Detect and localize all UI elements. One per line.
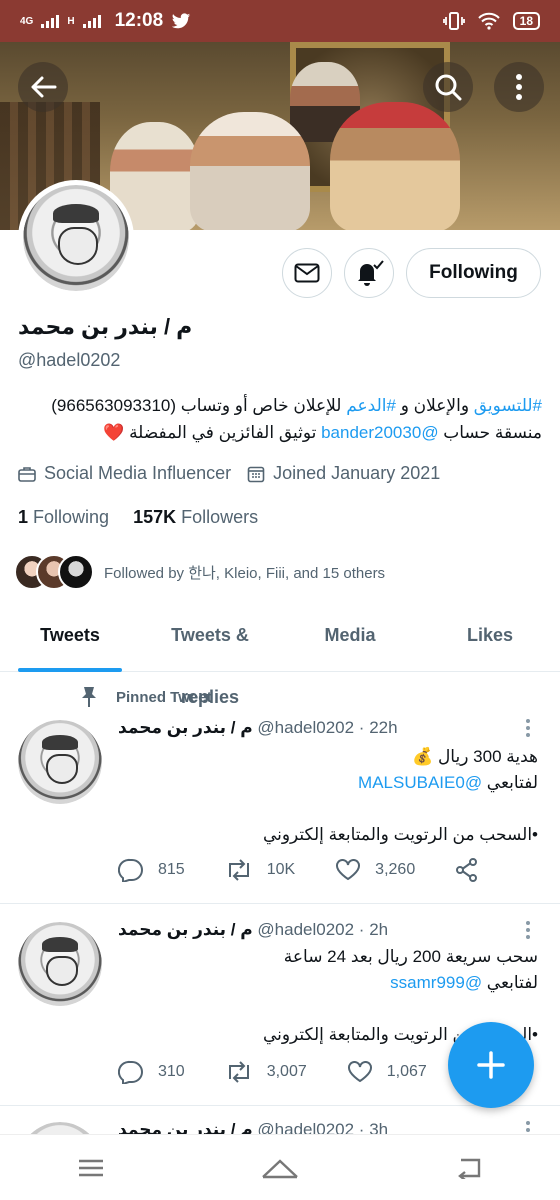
tweet-avatar[interactable] (18, 922, 102, 1006)
bio-line-2: منسقة حساب @bander20030 توثيق الفائزين ف… (103, 423, 542, 442)
tweet-header: م / بندر بن محمد @hadel0202 · 2h (118, 920, 388, 940)
wifi-icon (477, 12, 500, 30)
avatar-image (18, 922, 102, 1006)
status-bar: 4G H 12:08 18 (0, 0, 560, 42)
tweet-header: م / بندر بن محمد @hadel0202 · 3h (118, 1120, 388, 1134)
following-button[interactable]: Following (406, 248, 541, 298)
tweet-header: م / بندر بن محمد @hadel0202 · 22h (118, 718, 398, 738)
retweet-button[interactable]: 3,007 (225, 1061, 307, 1083)
profile-name: م / بندر بن محمد (18, 314, 193, 339)
hashtag-link[interactable]: #للتسويق (474, 396, 542, 415)
profile-tabs: Tweets Tweets & replies Media Likes (0, 604, 560, 707)
share-button[interactable] (455, 858, 479, 882)
envelope-icon (294, 263, 320, 283)
hashtag-link[interactable]: #الدعم (346, 396, 396, 415)
profile-category: Social Media Influencer (44, 463, 232, 483)
avatar-image (23, 185, 129, 291)
tweet-avatar[interactable] (18, 1122, 102, 1134)
twitter-bird-icon (172, 12, 191, 28)
tweet-author: م / بندر بن محمد (118, 1120, 253, 1134)
system-navigation-bar (0, 1134, 560, 1200)
menu-icon[interactable] (77, 1158, 105, 1178)
mention-link[interactable]: @MALSUBAIE0 (358, 773, 482, 792)
profile-handle: @hadel0202 (18, 350, 121, 370)
tweet-handle-time: @hadel0202 · 3h (252, 1120, 389, 1134)
back-button[interactable] (18, 62, 68, 112)
avatar-image (18, 720, 102, 804)
battery-icon: 18 (512, 12, 540, 30)
tweet-more-icon[interactable] (520, 718, 536, 738)
tweet-actions: 310 3,007 1,067 (118, 1060, 467, 1084)
follower-avatar (58, 554, 94, 590)
retweet-icon (228, 859, 249, 881)
clock: 12:08 (114, 10, 164, 31)
like-button[interactable]: 3,260 (335, 859, 415, 881)
search-button[interactable] (423, 62, 473, 112)
arrow-left-icon (31, 76, 57, 98)
more-vertical-icon (516, 74, 522, 100)
home-icon[interactable] (260, 1157, 300, 1179)
tweet-handle-time: @hadel0202 · 22h (252, 718, 398, 737)
tab-tweets-replies[interactable]: Tweets & replies (140, 604, 280, 707)
plus-icon (477, 1051, 505, 1079)
heart-icon (336, 859, 361, 881)
banner-figure (190, 112, 310, 230)
compose-tweet-button[interactable] (448, 1022, 534, 1108)
network-type: 4G (20, 15, 34, 27)
followers-count-link[interactable]: 157K Followers (133, 507, 258, 528)
message-button[interactable] (282, 248, 332, 298)
calendar-icon (247, 466, 265, 482)
tab-tweets[interactable]: Tweets (0, 604, 140, 672)
more-options-button[interactable] (494, 62, 544, 112)
profile-bio: #للتسويق والإعلان و #الدعم للإعلان خاص أ… (18, 392, 542, 446)
mention-link[interactable]: @ssamr999 (390, 973, 482, 992)
bell-check-icon (358, 260, 384, 286)
tweet[interactable]: م / بندر بن محمد @hadel0202 · 3h (0, 1106, 560, 1134)
profile-avatar[interactable] (18, 180, 134, 296)
joined-date: Joined January 2021 (273, 463, 441, 483)
briefcase-icon (18, 466, 36, 482)
tab-media[interactable]: Media (280, 604, 420, 671)
bio-line-1: #للتسويق والإعلان و #الدعم للإعلان خاص أ… (51, 396, 542, 415)
retweet-button[interactable]: 10K (225, 859, 295, 881)
following-count-link[interactable]: 1 Following (18, 507, 109, 528)
reply-button[interactable]: 310 (118, 1060, 185, 1084)
notifications-button[interactable] (344, 248, 394, 298)
tweet-more-icon[interactable] (520, 920, 536, 940)
tweet-more-icon[interactable] (520, 1120, 536, 1134)
signal-icon (41, 14, 60, 28)
banner-figure (330, 102, 460, 230)
retweet-icon (228, 1061, 249, 1083)
tweet-author: م / بندر بن محمد (118, 920, 253, 939)
network-type-2: H (67, 15, 75, 27)
reply-icon (118, 858, 143, 882)
tweet-handle-time: @hadel0202 · 2h (252, 920, 389, 939)
tab-likes[interactable]: Likes (420, 604, 560, 671)
tweet-avatar[interactable] (18, 720, 102, 804)
avatar-image (18, 1122, 102, 1134)
back-nav-icon[interactable] (455, 1157, 483, 1179)
reply-button[interactable]: 815 (118, 858, 185, 882)
tweet-text: هدية 300 ريال 💰 لفتابعي @MALSUBAIE0 •الس… (262, 747, 538, 844)
search-icon (435, 74, 462, 101)
share-icon (456, 858, 478, 882)
tweet[interactable]: م / بندر بن محمد @hadel0202 · 22h هدية 3… (0, 672, 560, 904)
heart-icon (347, 1061, 372, 1083)
followed-by-text: Followed by 한나, Kleio, Fiii, and 15 othe… (104, 564, 386, 582)
mention-link[interactable]: @bander20030 (321, 423, 438, 442)
like-button[interactable]: 1,067 (347, 1061, 427, 1083)
vibrate-icon (442, 12, 465, 30)
followed-by-row[interactable]: Followed by 한나, Kleio, Fiii, and 15 othe… (14, 554, 385, 590)
heart-emoji: ❤️ (103, 423, 125, 442)
follow-counts: 1 Following 157K Followers (18, 507, 258, 528)
tweet-actions: 815 10K 3,260 (118, 858, 519, 882)
reply-icon (118, 1060, 143, 1084)
signal-icon-2 (82, 14, 101, 28)
profile-meta: Social Media Influencer Joined January 2… (18, 463, 440, 484)
tweet-author: م / بندر بن محمد (118, 718, 253, 737)
